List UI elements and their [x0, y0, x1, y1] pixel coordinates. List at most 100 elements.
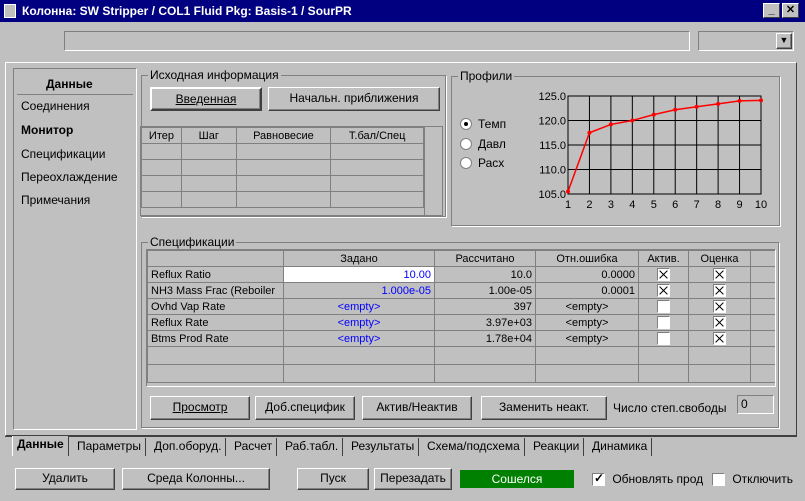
- chart-ytick-label: 115.0: [539, 140, 566, 152]
- tab-1[interactable]: Параметры: [73, 438, 146, 456]
- disable-checkbox-box[interactable]: [712, 473, 725, 487]
- spec-col-name: [147, 250, 284, 267]
- chart-point: [651, 112, 656, 117]
- update-checkbox-box[interactable]: [592, 471, 605, 487]
- view-button[interactable]: Просмотр: [150, 396, 250, 420]
- chart-ytick-label: 110.0: [539, 165, 566, 177]
- input-info-label: Исходная информация: [148, 68, 281, 82]
- spec-error-value: <empty>: [535, 314, 639, 331]
- spec-error-value: 0.0000: [535, 266, 639, 283]
- spec-row[interactable]: Reflux Ratio 10.00 10.0 0.0000: [147, 266, 775, 283]
- spec-name: NH3 Mass Frac (Reboiler: [147, 282, 284, 299]
- tab-2[interactable]: Доп.оборуд.: [150, 438, 227, 456]
- tab-6[interactable]: Схема/подсхема: [423, 438, 525, 456]
- fluid-package-select[interactable]: ▼: [698, 31, 794, 51]
- spec-name: Reflux Ratio: [147, 266, 284, 283]
- column-environment-button[interactable]: Среда Колонны...: [122, 468, 270, 490]
- col-equilibrium: Равновесие: [235, 127, 332, 144]
- radio-temp-label: Темп: [478, 117, 507, 131]
- sidebar-item-subcooling[interactable]: Переохлаждение: [21, 170, 118, 184]
- spec-set-value[interactable]: <empty>: [283, 330, 435, 347]
- replace-inactive-button[interactable]: Заменить неакт.: [481, 396, 607, 420]
- spec-set-value[interactable]: <empty>: [283, 314, 435, 331]
- sidebar-item-notes[interactable]: Примечания: [21, 193, 90, 207]
- spec-col-active: Актив.: [638, 250, 689, 267]
- window-title: Колонна: SW Stripper / COL1 Fluid Pkg: B…: [22, 4, 352, 18]
- spec-estimate-checkbox[interactable]: [713, 316, 726, 329]
- sidebar: Данные Соединения Монитор Спецификации П…: [13, 68, 137, 430]
- spec-estimate-checkbox[interactable]: [713, 268, 726, 281]
- entered-button[interactable]: Введенная: [150, 87, 262, 111]
- spec-row[interactable]: NH3 Mass Frac (Reboiler 1.000e-05 1.00e-05…: [147, 282, 775, 299]
- spec-estimate-checkbox[interactable]: [713, 300, 726, 313]
- spec-active-checkbox[interactable]: [657, 300, 670, 313]
- chart-point: [737, 98, 742, 103]
- sidebar-item-specifications[interactable]: Спецификации: [21, 147, 105, 161]
- sidebar-header: Данные: [46, 77, 93, 91]
- spec-active-checkbox[interactable]: [657, 332, 670, 345]
- radio-pressure-label: Давл: [478, 137, 506, 151]
- chart-xtick-label: 5: [651, 199, 657, 211]
- spec-col-error: Отн.ошибка: [535, 250, 639, 267]
- chart-ytick-label: 120.0: [538, 116, 566, 128]
- title-bar: Колонна: SW Stripper / COL1 Fluid Pkg: B…: [0, 0, 805, 22]
- spec-error-value: <empty>: [535, 298, 639, 315]
- run-button[interactable]: Пуск: [297, 468, 369, 490]
- chart-xtick-label: 2: [586, 199, 592, 211]
- chart-point: [566, 189, 570, 194]
- chart-point: [630, 118, 635, 123]
- column-name-field[interactable]: [64, 31, 690, 51]
- tab-7[interactable]: Реакции: [529, 438, 585, 456]
- tab-0[interactable]: Данные: [12, 436, 69, 456]
- spec-calc-value: 1.00e-05: [434, 282, 536, 299]
- chart-xtick-label: 10: [755, 199, 767, 211]
- spec-col-calc: Рассчитано: [434, 250, 536, 267]
- chart-point: [694, 104, 699, 109]
- chart-point: [759, 98, 763, 103]
- close-icon[interactable]: ✕: [782, 3, 799, 18]
- radio-temp-indicator[interactable]: [460, 118, 472, 130]
- radio-pressure-indicator[interactable]: [460, 138, 472, 150]
- chart-point: [608, 122, 613, 127]
- spec-error-value: 0.0001: [535, 282, 639, 299]
- chevron-down-icon[interactable]: ▼: [776, 33, 792, 49]
- sidebar-item-connections[interactable]: Соединения: [21, 99, 90, 113]
- chart-ytick-label: 125.0: [538, 91, 566, 103]
- spec-set-value[interactable]: <empty>: [283, 298, 435, 315]
- column-window: Колонна: SW Stripper / COL1 Fluid Pkg: B…: [0, 0, 805, 501]
- status-badge: Сошелся: [460, 470, 574, 488]
- tab-8[interactable]: Динамика: [588, 438, 653, 456]
- initial-estimates-button[interactable]: Начальн. приближения: [268, 87, 440, 111]
- update-checkbox[interactable]: Обновлять прод: [592, 471, 703, 487]
- chart-point: [716, 101, 721, 106]
- toggle-active-button[interactable]: Актив/Неактив: [362, 396, 472, 420]
- tab-4[interactable]: Раб.табл.: [281, 438, 344, 456]
- reset-button[interactable]: Перезадать: [374, 468, 452, 490]
- sidebar-item-monitor[interactable]: Монитор: [21, 123, 73, 137]
- spec-error-value: <empty>: [535, 330, 639, 347]
- spec-active-checkbox[interactable]: [657, 268, 670, 281]
- tab-3[interactable]: Расчет: [230, 438, 278, 456]
- chart-xtick-label: 7: [694, 199, 700, 211]
- spec-col-estimate: Оценка: [688, 250, 751, 267]
- add-spec-button[interactable]: Доб.специфик: [255, 396, 355, 420]
- spec-set-value[interactable]: 10.00: [283, 266, 435, 283]
- tab-5[interactable]: Результаты: [347, 438, 420, 456]
- spec-row[interactable]: Reflux Rate <empty> 3.97e+03 <empty>: [147, 314, 775, 331]
- minimize-icon[interactable]: _: [763, 3, 780, 18]
- spec-active-checkbox[interactable]: [657, 316, 670, 329]
- chart-point: [587, 130, 592, 135]
- spec-calc-value: 1.78e+04: [434, 330, 536, 347]
- delete-button[interactable]: Удалить: [15, 468, 115, 490]
- disable-checkbox[interactable]: Отключить: [712, 472, 793, 487]
- spec-row[interactable]: Ovhd Vap Rate <empty> 397 <empty>: [147, 298, 775, 315]
- spec-set-value[interactable]: 1.000e-05: [283, 282, 435, 299]
- spec-estimate-checkbox[interactable]: [713, 284, 726, 297]
- specs-label: Спецификации: [148, 235, 237, 249]
- spec-estimate-checkbox[interactable]: [713, 332, 726, 345]
- specs-table: Задано Рассчитано Отн.ошибка Актив. Оцен…: [146, 249, 776, 387]
- radio-flow-indicator[interactable]: [460, 157, 472, 169]
- spec-row[interactable]: Btms Prod Rate <empty> 1.78e+04 <empty>: [147, 330, 775, 347]
- spec-active-checkbox[interactable]: [657, 284, 670, 297]
- table-scrollbar[interactable]: [424, 127, 442, 215]
